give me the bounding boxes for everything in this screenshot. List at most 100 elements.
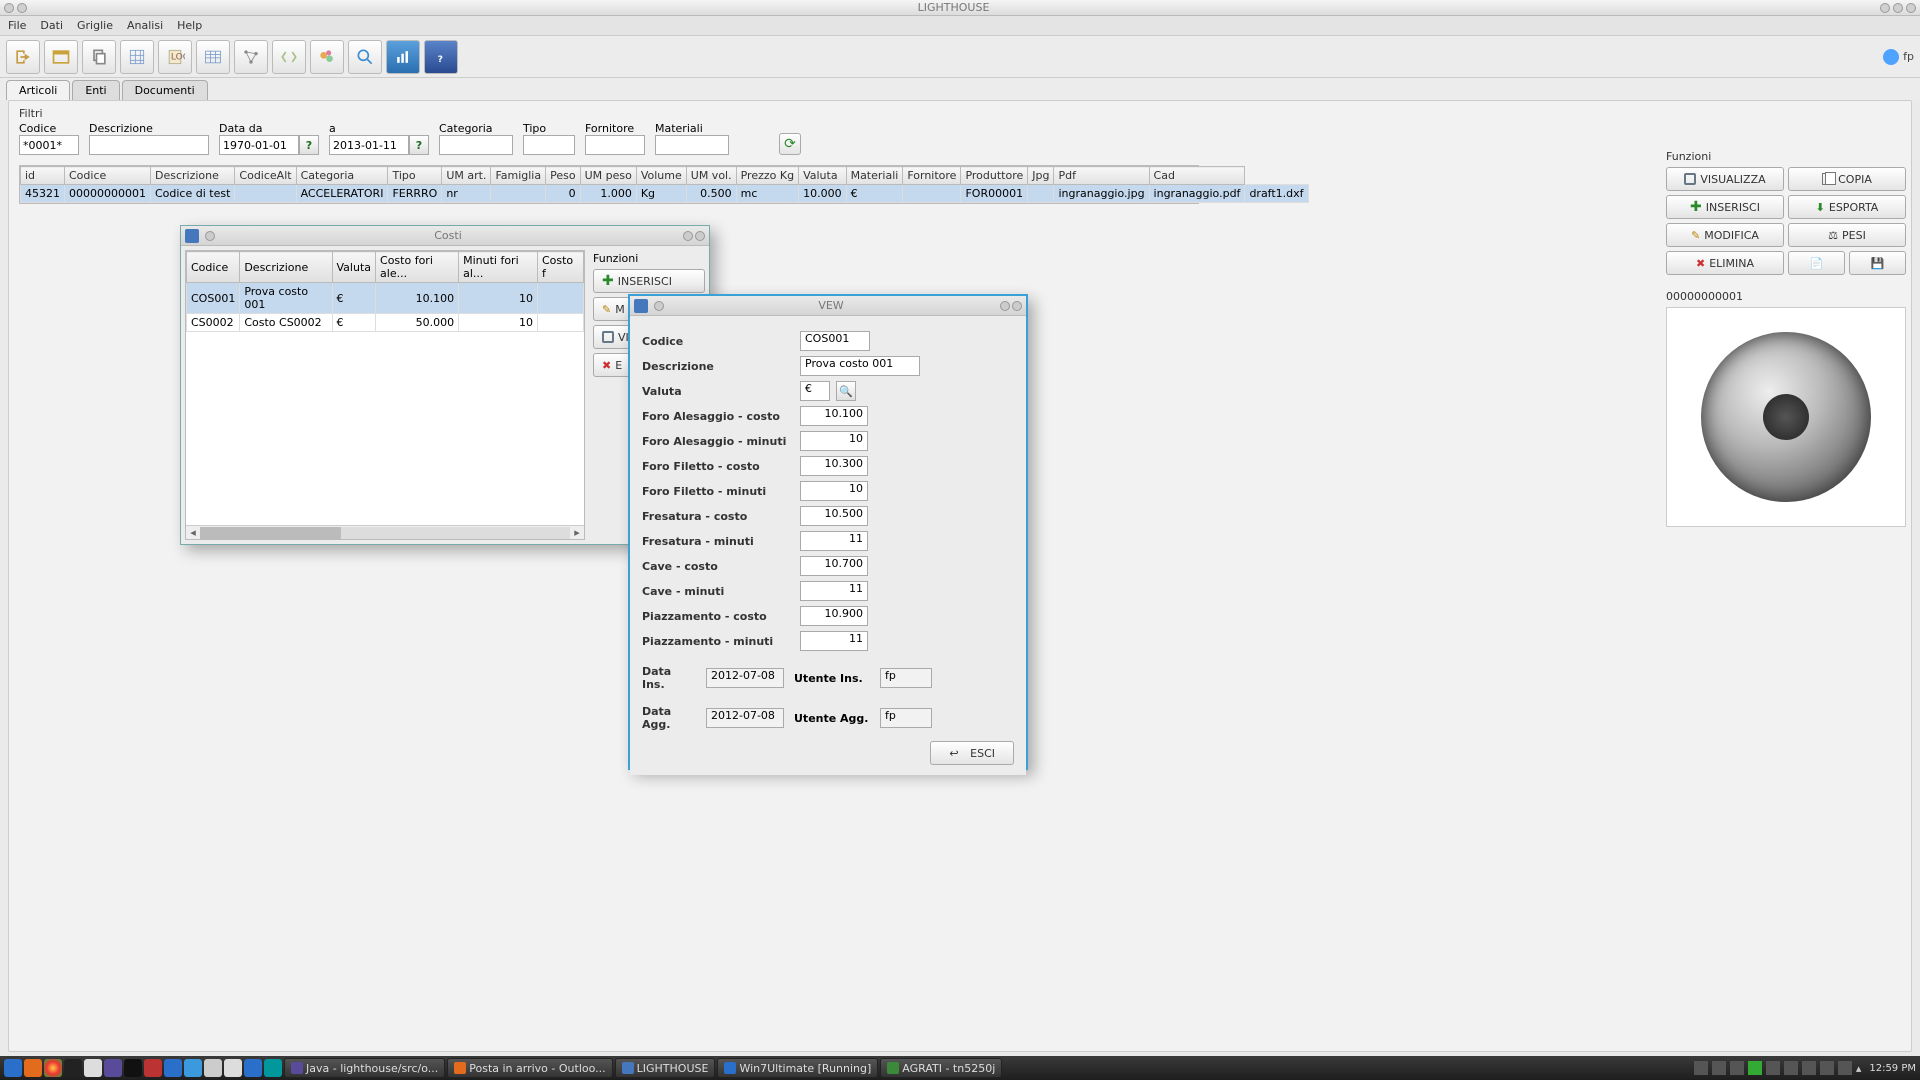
- tool-grid-icon[interactable]: [120, 40, 154, 74]
- btn-esporta[interactable]: ⬇ESPORTA: [1788, 195, 1906, 219]
- window-pin-icon[interactable]: [17, 3, 27, 13]
- input-categoria[interactable]: [439, 135, 513, 155]
- tool-exit-icon[interactable]: [6, 40, 40, 74]
- costi-grid[interactable]: CodiceDescrizioneValutaCosto fori ale...…: [185, 250, 585, 540]
- menu-file[interactable]: File: [8, 19, 26, 32]
- globe-icon[interactable]: [244, 1059, 262, 1077]
- tray-icon[interactable]: [1730, 1061, 1744, 1075]
- input-tipo[interactable]: [523, 135, 575, 155]
- tray-icon[interactable]: [1694, 1061, 1708, 1075]
- tool-chart-icon[interactable]: [386, 40, 420, 74]
- btn-datada-pick[interactable]: ?: [299, 135, 319, 155]
- chrome-icon[interactable]: [44, 1059, 62, 1077]
- tray-icon[interactable]: [1820, 1061, 1834, 1075]
- minimize-icon[interactable]: [1880, 3, 1890, 13]
- task-lighthouse[interactable]: LIGHTHOUSE: [615, 1058, 716, 1078]
- vew-close-icon[interactable]: [1012, 301, 1022, 311]
- input-dataa[interactable]: [329, 135, 409, 155]
- input-materiali[interactable]: [655, 135, 729, 155]
- tray-battery-icon[interactable]: [1838, 1061, 1852, 1075]
- tool-help-icon[interactable]: ?: [424, 40, 458, 74]
- task-java[interactable]: Java - lighthouse/src/o...: [284, 1058, 445, 1078]
- costi-row[interactable]: COS001Prova costo 001€10.10010: [187, 283, 584, 314]
- tab-articoli[interactable]: Articoli: [6, 80, 70, 100]
- firefox-icon[interactable]: [24, 1059, 42, 1077]
- grid-row[interactable]: 4532100000000001Codice di testACCELERATO…: [21, 185, 1309, 203]
- btn-elimina[interactable]: ✖ELIMINA: [1666, 251, 1784, 275]
- files-icon[interactable]: [84, 1059, 102, 1077]
- menu-analisi[interactable]: Analisi: [127, 19, 163, 32]
- tray-icon[interactable]: [1802, 1061, 1816, 1075]
- task-agrati[interactable]: AGRATI - tn5250j: [880, 1058, 1002, 1078]
- btn-dataa-pick[interactable]: ?: [409, 135, 429, 155]
- btn-pdf[interactable]: 📄: [1788, 251, 1845, 275]
- eclipse-icon[interactable]: [104, 1059, 122, 1077]
- tray-network-icon[interactable]: [1784, 1061, 1798, 1075]
- arduino-icon[interactable]: [264, 1059, 282, 1077]
- filezilla-icon[interactable]: [144, 1059, 162, 1077]
- costi-btn-inserisci[interactable]: ✚INSERISCI: [593, 269, 705, 293]
- notes-icon[interactable]: [224, 1059, 242, 1077]
- btn-modifica[interactable]: ✎MODIFICA: [1666, 223, 1784, 247]
- btn-copia[interactable]: COPIA: [1788, 167, 1906, 191]
- tray-expand-icon[interactable]: ▴: [1856, 1062, 1862, 1075]
- input-descrizione[interactable]: [89, 135, 209, 155]
- tab-documenti[interactable]: Documenti: [122, 80, 208, 100]
- close-icon[interactable]: [1906, 3, 1916, 13]
- tab-enti[interactable]: Enti: [72, 80, 119, 100]
- copy-icon: [1822, 173, 1834, 185]
- costi-close-icon[interactable]: [695, 231, 705, 241]
- tool-nav-icon[interactable]: [272, 40, 306, 74]
- user-badge: fp: [1883, 49, 1914, 65]
- input-codice[interactable]: [19, 135, 79, 155]
- tool-bubbles-icon[interactable]: [310, 40, 344, 74]
- editor-icon[interactable]: [204, 1059, 222, 1077]
- dropbox-icon[interactable]: [184, 1059, 202, 1077]
- val-fam: 10: [800, 431, 868, 451]
- menu-dati[interactable]: Dati: [40, 19, 63, 32]
- lbl-ffm: Foro Filetto - minuti: [642, 485, 800, 498]
- tool-log-icon[interactable]: LOG: [158, 40, 192, 74]
- clock[interactable]: 12:59 PM: [1869, 1063, 1916, 1074]
- btn-inserisci[interactable]: ✚INSERISCI: [1666, 195, 1784, 219]
- vbox-icon[interactable]: [164, 1059, 182, 1077]
- task-win7[interactable]: Win7Ultimate [Running]: [717, 1058, 878, 1078]
- val-datains: 2012-07-08: [706, 668, 784, 688]
- vew-min-icon[interactable]: [1000, 301, 1010, 311]
- vew-pin-icon[interactable]: [654, 301, 664, 311]
- kde-start-icon[interactable]: [4, 1059, 22, 1077]
- costi-hscroll[interactable]: ◂▸: [186, 525, 584, 539]
- menu-griglie[interactable]: Griglie: [77, 19, 113, 32]
- btn-save[interactable]: 💾: [1849, 251, 1906, 275]
- window-menu-icon[interactable]: [4, 3, 14, 13]
- valuta-zoom-icon[interactable]: 🔍: [836, 381, 856, 401]
- konsole-icon[interactable]: [124, 1059, 142, 1077]
- tray-volume-icon[interactable]: [1766, 1061, 1780, 1075]
- btn-esci[interactable]: ↩ ESCI: [930, 741, 1014, 765]
- costi-row[interactable]: CS0002Costo CS0002€50.00010: [187, 314, 584, 332]
- lbl-utagg: Utente Agg.: [794, 712, 870, 725]
- maximize-icon[interactable]: [1893, 3, 1903, 13]
- tray-icon[interactable]: [1748, 1061, 1762, 1075]
- tool-copy-icon[interactable]: [82, 40, 116, 74]
- task-outlook[interactable]: Posta in arrivo - Outloo...: [447, 1058, 612, 1078]
- vew-titlebar[interactable]: VEW: [630, 296, 1026, 316]
- menu-help[interactable]: Help: [177, 19, 202, 32]
- tray-icon[interactable]: [1712, 1061, 1726, 1075]
- costi-min-icon[interactable]: [683, 231, 693, 241]
- tool-window-icon[interactable]: [44, 40, 78, 74]
- input-datada[interactable]: [219, 135, 299, 155]
- terminal-icon[interactable]: [64, 1059, 82, 1077]
- user-name: fp: [1903, 50, 1914, 63]
- btn-pesi[interactable]: ⚖PESI: [1788, 223, 1906, 247]
- main-grid[interactable]: idCodiceDescrizioneCodiceAltCategoriaTip…: [19, 165, 1199, 204]
- export-icon: ⬇: [1816, 201, 1825, 214]
- costi-titlebar[interactable]: Costi: [181, 226, 709, 246]
- tool-table-icon[interactable]: [196, 40, 230, 74]
- tool-search-icon[interactable]: [348, 40, 382, 74]
- refresh-button[interactable]: ⟳: [779, 133, 801, 155]
- input-fornitore[interactable]: [585, 135, 645, 155]
- btn-visualizza[interactable]: VISUALIZZA: [1666, 167, 1784, 191]
- costi-pin-icon[interactable]: [205, 231, 215, 241]
- tool-graph-icon[interactable]: [234, 40, 268, 74]
